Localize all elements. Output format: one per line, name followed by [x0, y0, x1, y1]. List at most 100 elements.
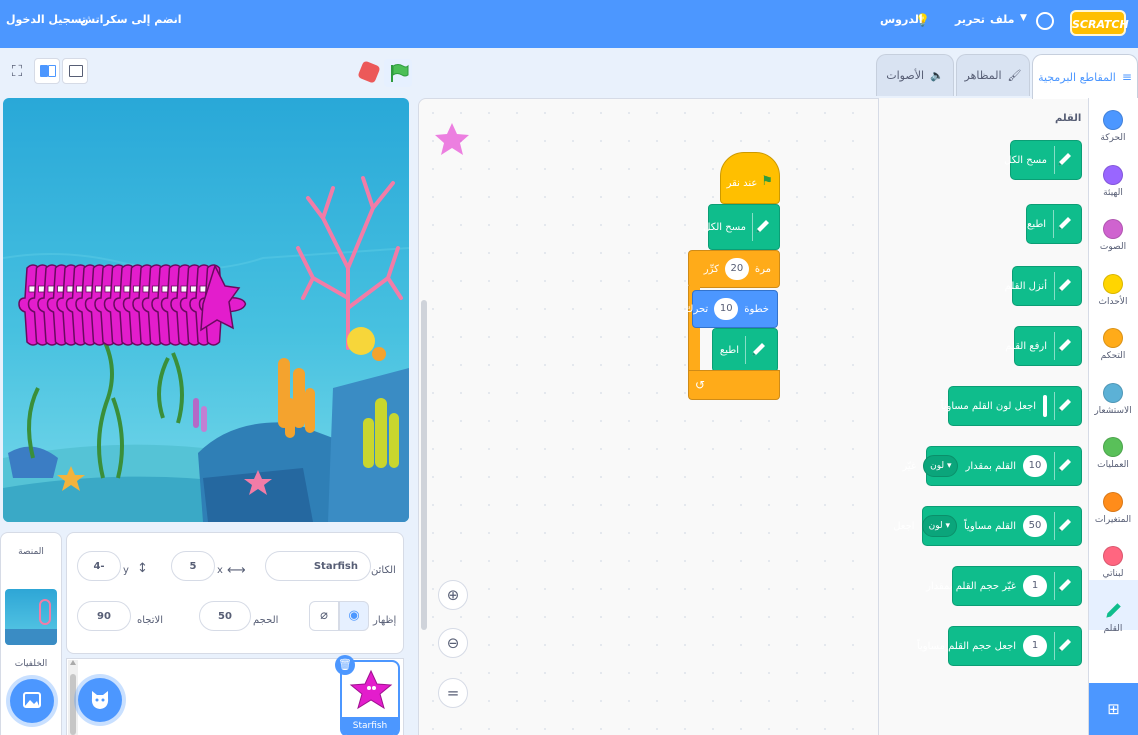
category-color-dot [1103, 491, 1123, 512]
palette-change-by-post: القلم بمقدار [965, 460, 1016, 472]
x-field[interactable]: 5 [171, 551, 215, 581]
palette-change-param-by[interactable]: غيّر لون ▾ القلم بمقدار 10 [902, 446, 1082, 486]
menu-file[interactable]: ملف [990, 13, 1014, 26]
category-7[interactable]: المتغيرات [1090, 491, 1136, 525]
tab-code[interactable]: المقاطع البرمجية ≡ [1032, 54, 1138, 99]
script-stamp-label: اطبع [719, 344, 739, 356]
size-field[interactable]: 50 [199, 601, 251, 631]
palette-set-size-to[interactable]: اجعل حجم القلم مساوياً 1 [917, 626, 1082, 666]
category-5[interactable]: الاستشعار [1090, 382, 1136, 416]
sprite-info-panel: الكائن Starfish ⟷ x 5 ↕ y 4- إظهار ◉ ⌀ ا… [66, 532, 404, 654]
category-color-dot [1103, 164, 1123, 185]
color-swatch[interactable] [1043, 395, 1047, 417]
tab-costumes[interactable]: المظاهر 🖌 [956, 54, 1030, 96]
show-visible-toggle[interactable]: ◉ [339, 601, 369, 631]
pen-icon [1054, 392, 1073, 420]
script-erase-all-label: مسح الكل [703, 221, 746, 233]
direction-field[interactable]: 90 [77, 601, 131, 631]
loop-arrow-icon: ↺ [695, 378, 706, 392]
zoom-reset-icon: = [446, 684, 460, 702]
menu-edit[interactable]: تحرير [955, 13, 985, 26]
zoom-in-button[interactable]: ⊕ [438, 580, 468, 610]
stage-canvas[interactable] [3, 98, 409, 522]
sign-in-link[interactable]: تسجيل الدخول [6, 13, 86, 26]
x-value: 5 [189, 560, 197, 572]
param-dropdown[interactable]: لون ▾ [921, 515, 957, 537]
palette-change-size-by[interactable]: غيّر حجم القلم بمقدار 1 [926, 566, 1082, 606]
category-6[interactable]: العمليات [1090, 437, 1136, 470]
palette-set-param-to[interactable]: اجعل لون ▾ القلم مساوياً 50 [893, 506, 1082, 546]
tab-sounds[interactable]: الأصوات 🔈 [876, 54, 954, 96]
brush-icon: 🖌 [1007, 69, 1022, 82]
workspace-scrollbar[interactable] [421, 300, 427, 630]
category-9[interactable]: القلم [1090, 601, 1136, 634]
palette-change-by-pre: غيّر [902, 460, 917, 472]
size-label: الحجم [253, 615, 279, 626]
change-size-value[interactable]: 1 [1023, 575, 1047, 597]
y-field[interactable]: 4- [77, 551, 121, 581]
y-value: 4- [93, 560, 105, 572]
eye-hidden-icon: ⌀ [320, 608, 328, 623]
category-color-dot [1103, 110, 1123, 130]
choose-sprite-button[interactable] [78, 678, 122, 722]
palette-erase-all-label: مسح الكل [1004, 154, 1047, 166]
repeat-unit-label: مرة [754, 263, 771, 275]
eye-icon: ◉ [348, 608, 360, 623]
pen-icon [1054, 452, 1073, 480]
category-color-dot [1103, 273, 1123, 294]
palette-set-color-label: اجعل لون القلم مساوياً [940, 400, 1036, 412]
stage-thumbnail[interactable] [5, 589, 57, 645]
zoom-out-icon: ⊖ [446, 634, 460, 652]
palette-stamp[interactable]: اطبع [1026, 204, 1082, 244]
green-flag-button[interactable] [384, 59, 412, 87]
move-steps-input[interactable]: 10 [714, 298, 739, 320]
category-1[interactable]: الهيئة [1090, 164, 1136, 198]
y-arrows-icon: ↕ [137, 561, 148, 576]
category-3[interactable]: الأحداث [1090, 273, 1136, 307]
category-label: الصوت [1099, 242, 1127, 252]
small-stage-button[interactable] [34, 58, 60, 84]
category-2[interactable]: الصوت [1090, 219, 1136, 252]
palette-pen-down[interactable]: أنزل القلم [1005, 266, 1082, 306]
sprite-watermark-icon [435, 123, 469, 155]
extension-icon: ⊞ [1107, 700, 1120, 718]
stop-icon[interactable] [357, 60, 381, 84]
set-to-value[interactable]: 50 [1023, 515, 1047, 537]
script-erase-all-block[interactable]: مسح الكل [703, 204, 780, 250]
scratch-logo[interactable]: SCRATCH [1070, 10, 1129, 36]
set-size-value[interactable]: 1 [1023, 635, 1047, 657]
sprite-name-field[interactable]: Starfish [265, 551, 371, 581]
pen-icon [752, 213, 771, 241]
param-dropdown[interactable]: لون ▾ [923, 455, 959, 477]
repeat-footer: ↺ [688, 370, 780, 400]
delete-sprite-button[interactable]: 🗑 [335, 655, 355, 675]
category-4[interactable]: التحكم [1090, 328, 1136, 361]
globe-icon[interactable] [1036, 12, 1054, 30]
palette-erase-all[interactable]: مسح الكل [1004, 140, 1082, 180]
category-0[interactable]: الحركة [1090, 110, 1136, 143]
repeat-block[interactable]: كرِّر 20 مرة [688, 250, 780, 288]
zoom-reset-button[interactable]: = [438, 678, 468, 708]
zoom-out-button[interactable]: ⊖ [438, 628, 468, 658]
show-label: إظهار [373, 615, 397, 626]
palette-set-size-label: اجعل حجم القلم مساوياً [916, 640, 1016, 652]
palette-set-color-to[interactable]: اجعل لون القلم مساوياً [941, 386, 1082, 426]
menu-tutorials[interactable]: الدروس [880, 13, 923, 26]
category-label: القلم [1103, 623, 1123, 634]
choose-backdrop-button[interactable] [10, 679, 54, 723]
category-8[interactable]: لبناتي [1090, 546, 1136, 579]
stage-panel-title: المنصة [18, 547, 44, 557]
repeat-count-input[interactable]: 20 [724, 258, 749, 280]
script-stamp-block[interactable]: اطبع [712, 328, 778, 372]
show-hidden-toggle[interactable]: ⌀ [309, 601, 339, 631]
sprite-list-scrollbar[interactable] [68, 660, 78, 735]
when-flag-label: عند نقر [726, 178, 758, 189]
palette-pen-up[interactable]: ارفع القلم [1005, 326, 1082, 366]
join-link[interactable]: انضم إلى سكراتش [80, 13, 182, 26]
normal-stage-button[interactable] [62, 58, 88, 84]
when-flag-hat-block[interactable]: عند نقر ⚑ [720, 152, 780, 204]
move-steps-block[interactable]: تحرك 10 خطوة [685, 290, 778, 328]
fullscreen-icon[interactable]: ⛶ [4, 58, 30, 84]
add-extension-button[interactable]: ⊞ [1089, 683, 1138, 735]
change-by-value[interactable]: 10 [1023, 455, 1047, 477]
